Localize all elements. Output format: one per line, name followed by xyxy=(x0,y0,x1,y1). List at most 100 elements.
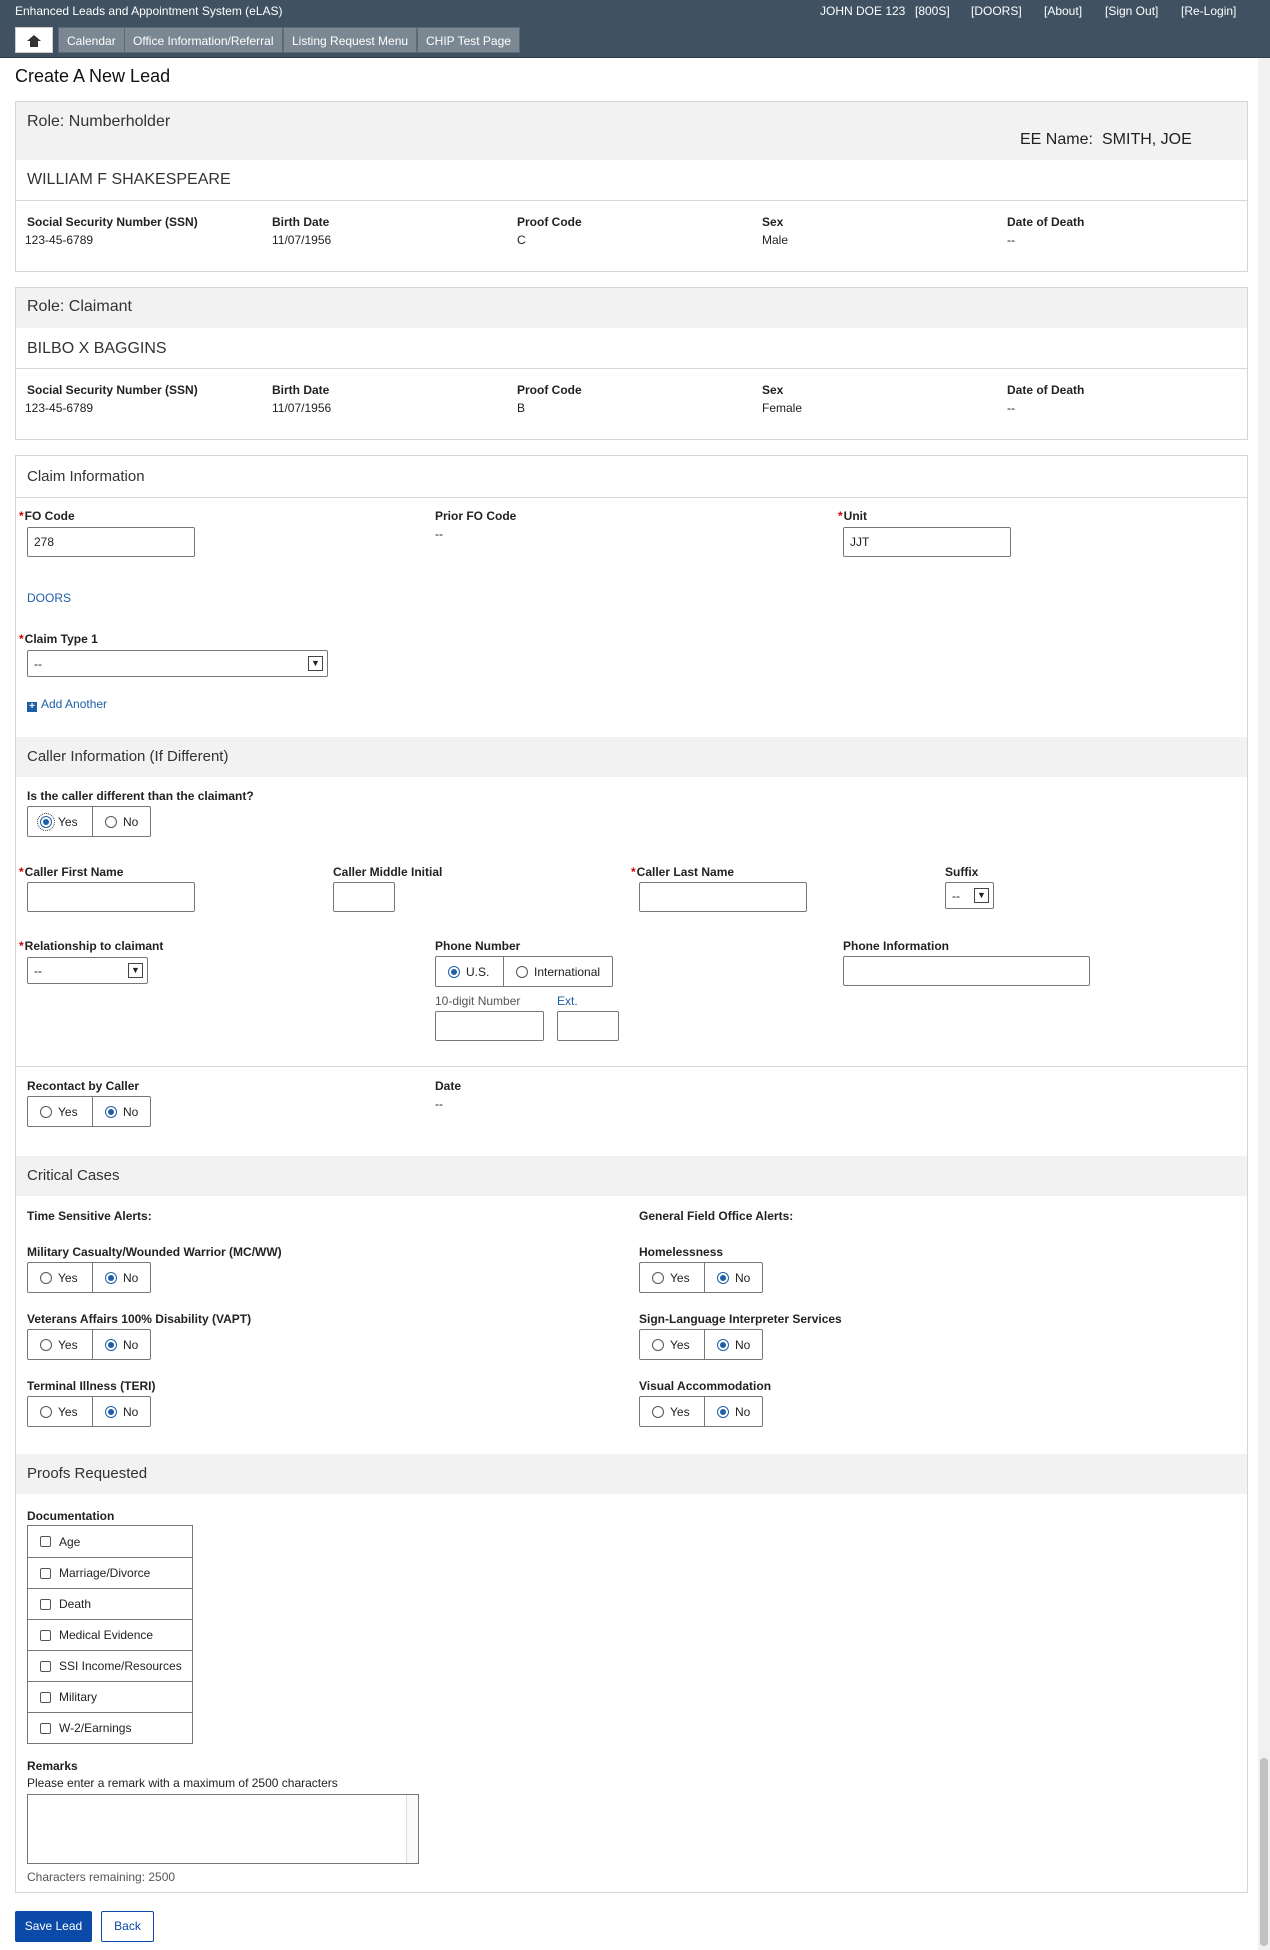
homelessness-no[interactable]: No xyxy=(704,1263,762,1292)
proof-w2-earnings-checkbox[interactable]: W-2/Earnings xyxy=(28,1712,192,1743)
proof-code-label: Proof Code xyxy=(517,215,582,229)
ee-name-value: SMITH, JOE xyxy=(1102,131,1192,148)
radio-unchecked xyxy=(516,965,528,978)
mcww-no[interactable]: No xyxy=(92,1263,150,1292)
relationship-label: *Relationship to claimant xyxy=(19,939,164,953)
caller-info-title: Caller Information (If Different) xyxy=(27,748,229,765)
visual-accommodation-no[interactable]: No xyxy=(704,1397,762,1426)
nav-office-information-referral[interactable]: Office Information/Referral xyxy=(124,27,283,53)
vapt-no[interactable]: No xyxy=(92,1330,150,1359)
proof-medical-evidence-checkbox[interactable]: Medical Evidence xyxy=(28,1619,192,1650)
date-of-death-value: -- xyxy=(1007,233,1015,247)
birth-date-value: 11/07/1956 xyxy=(272,233,332,247)
proof-death-checkbox[interactable]: Death xyxy=(28,1588,192,1619)
phone-information-input[interactable] xyxy=(843,956,1090,986)
caller-different-yes[interactable]: Yes xyxy=(28,807,92,836)
nav-listing-request-menu[interactable]: Listing Request Menu xyxy=(283,27,418,53)
phone-ext-input[interactable] xyxy=(557,1011,619,1041)
claim-type-label: *Claim Type 1 xyxy=(19,632,98,646)
radio-unchecked xyxy=(40,1405,52,1418)
relationship-select[interactable]: -- ▼ xyxy=(27,957,148,984)
caller-middle-initial-input[interactable] xyxy=(333,882,395,912)
save-lead-button[interactable]: Save Lead xyxy=(15,1911,92,1942)
home-button[interactable] xyxy=(15,27,53,53)
mcww-label: Military Casualty/Wounded Warrior (MC/WW… xyxy=(27,1245,282,1259)
suffix-select[interactable]: -- ▼ xyxy=(945,882,994,909)
remarks-textarea[interactable] xyxy=(27,1794,419,1864)
sign-language-group: Yes No xyxy=(639,1329,763,1360)
caller-first-name-input[interactable] xyxy=(27,882,195,912)
proof-code-value: C xyxy=(517,233,526,247)
claimant-name: BILBO X BAGGINS xyxy=(27,340,167,357)
time-sensitive-alerts-label: Time Sensitive Alerts: xyxy=(27,1209,152,1223)
nav-bar: Calendar Office Information/Referral Lis… xyxy=(0,22,1270,58)
caller-last-name-input[interactable] xyxy=(639,882,807,912)
nav-calendar[interactable]: Calendar xyxy=(58,27,125,53)
sex-value: Female xyxy=(762,401,803,415)
teri-group: Yes No xyxy=(27,1396,151,1427)
page-scrollbar-thumb[interactable] xyxy=(1260,1758,1268,1946)
radio-checked xyxy=(37,812,55,831)
radio-unchecked xyxy=(652,1338,664,1351)
visual-accommodation-yes[interactable]: Yes xyxy=(640,1397,704,1426)
chevron-down-icon: ▼ xyxy=(128,963,143,978)
doors-top-link[interactable]: [DOORS] xyxy=(971,4,1022,18)
teri-no[interactable]: No xyxy=(92,1397,150,1426)
critical-cases-title: Critical Cases xyxy=(27,1167,120,1184)
ssn-label: Social Security Number (SSN) xyxy=(27,383,198,397)
radio-unchecked xyxy=(652,1271,664,1284)
teri-yes[interactable]: Yes xyxy=(28,1397,92,1426)
radio-unchecked xyxy=(105,815,117,828)
radio-checked xyxy=(717,1271,729,1284)
fo-code-input[interactable] xyxy=(27,527,195,557)
proof-age-checkbox[interactable]: Age xyxy=(28,1526,192,1557)
phone-type-us[interactable]: U.S. xyxy=(436,957,503,986)
sign-language-yes[interactable]: Yes xyxy=(640,1330,704,1359)
unit-input[interactable] xyxy=(843,527,1011,557)
mcww-yes[interactable]: Yes xyxy=(28,1263,92,1292)
radio-checked xyxy=(717,1405,729,1418)
documentation-checklist: Age Marriage/Divorce Death Medical Evide… xyxy=(27,1525,193,1744)
home-icon xyxy=(27,35,41,47)
radio-checked xyxy=(717,1338,729,1351)
proofs-requested-header: Proofs Requested xyxy=(16,1454,1247,1494)
nav-chip-test-page[interactable]: CHIP Test Page xyxy=(417,27,520,53)
vapt-yes[interactable]: Yes xyxy=(28,1330,92,1359)
critical-cases-header: Critical Cases xyxy=(16,1156,1247,1196)
phone-type-group: U.S. International xyxy=(435,956,613,987)
numberholder-header: Role: Numberholder EE Name: SMITH, JOE xyxy=(16,102,1247,160)
page-scrollbar[interactable] xyxy=(1258,58,1270,1950)
sign-language-no[interactable]: No xyxy=(704,1330,762,1359)
remarks-hint: Please enter a remark with a maximum of … xyxy=(27,1776,338,1790)
divider xyxy=(16,200,1247,201)
phone-number-input[interactable] xyxy=(435,1011,544,1041)
recontact-no[interactable]: No xyxy=(92,1097,150,1126)
sign-language-label: Sign-Language Interpreter Services xyxy=(639,1312,842,1326)
unit-code: [800S] xyxy=(915,4,950,18)
visual-accommodation-group: Yes No xyxy=(639,1396,763,1427)
phone-type-international[interactable]: International xyxy=(503,957,612,986)
proof-ssi-income-resources-checkbox[interactable]: SSI Income/Resources xyxy=(28,1650,192,1681)
prior-fo-code-label: Prior FO Code xyxy=(435,509,517,523)
doors-link[interactable]: DOORS xyxy=(27,591,71,605)
claim-type-select[interactable]: -- ▼ xyxy=(27,650,328,677)
proof-military-checkbox[interactable]: Military xyxy=(28,1681,192,1712)
vapt-group: Yes No xyxy=(27,1329,151,1360)
lead-form-panel: Claim Information *FO Code Prior FO Code… xyxy=(15,455,1248,1893)
re-login-link[interactable]: [Re-Login] xyxy=(1181,4,1236,18)
caller-different-no[interactable]: No xyxy=(92,807,150,836)
add-another-link[interactable]: + Add Another xyxy=(27,697,107,712)
checkbox-unchecked xyxy=(40,1722,51,1734)
radio-unchecked xyxy=(40,1105,52,1118)
back-button[interactable]: Back xyxy=(101,1911,154,1942)
about-link[interactable]: [About] xyxy=(1044,4,1082,18)
suffix-value: -- xyxy=(952,889,960,903)
proof-marriage-divorce-checkbox[interactable]: Marriage/Divorce xyxy=(28,1557,192,1588)
sign-out-link[interactable]: [Sign Out] xyxy=(1105,4,1158,18)
homelessness-yes[interactable]: Yes xyxy=(640,1263,704,1292)
radio-unchecked xyxy=(652,1405,664,1418)
date-of-death-label: Date of Death xyxy=(1007,215,1085,229)
recontact-yes[interactable]: Yes xyxy=(28,1097,92,1126)
remarks-scrollbar[interactable] xyxy=(406,1795,418,1863)
page-title: Create A New Lead xyxy=(15,66,171,86)
